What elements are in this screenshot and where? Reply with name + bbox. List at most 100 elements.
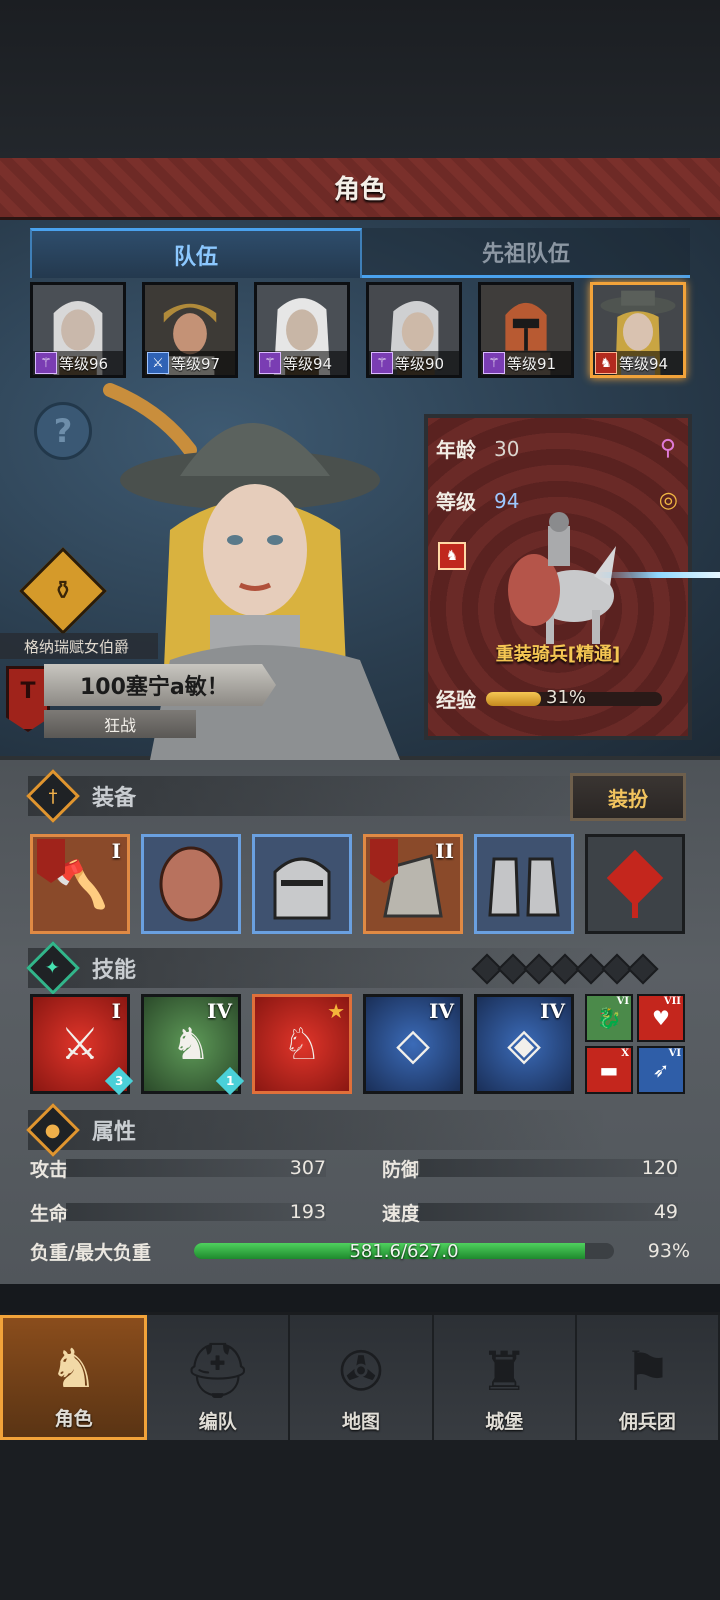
hero-portrait-3[interactable]: ⚚ 等级94 (254, 282, 350, 378)
hero-portrait-1[interactable]: ⚚ 等级96 (30, 282, 126, 378)
nav-map[interactable]: ✇ 地图 (290, 1315, 434, 1440)
knot-icon (606, 849, 664, 918)
weapon-slot[interactable]: 🪓 I (30, 834, 130, 934)
hero-portrait-4[interactable]: ⚚ 等级90 (366, 282, 462, 378)
staff-icon: ⚚ (483, 352, 505, 374)
skill-slot-1[interactable]: ⚔ I 3 (30, 994, 134, 1096)
dragon-icon[interactable]: 🐉 VI (585, 994, 633, 1042)
load-percent: 93% (647, 1240, 690, 1262)
hero-level: 等级91 (507, 354, 557, 373)
exp-label: 经验 (436, 688, 476, 712)
horse-up-icon: ♘ (282, 1018, 322, 1070)
accessory-slot[interactable] (585, 834, 685, 934)
star-badge-icon: ✦ (26, 941, 80, 995)
load-value: 581.6/627.0 (349, 1240, 459, 1262)
potion-button[interactable]: ⚱ (19, 547, 107, 635)
equipment-header: † 装备 (26, 769, 608, 823)
exp-percent: 31% (546, 686, 587, 708)
hero-portrait-6[interactable]: ♞ 等级94 (590, 282, 686, 378)
gem-count-badge: 1 (215, 1066, 245, 1096)
attributes-title: 属性 (92, 1120, 137, 1145)
boots-slot[interactable] (474, 834, 574, 934)
equipment-slots: 🪓 I II (30, 834, 690, 934)
hero-portrait-2[interactable]: ⚔ 等级97 (142, 282, 238, 378)
eagle-icon[interactable]: ➶ VI (637, 1046, 685, 1094)
cavalry-class-icon: ♞ (438, 542, 466, 570)
nav-formation[interactable]: ⛑ 编队 (147, 1315, 291, 1440)
speed-value: 49 (653, 1201, 678, 1223)
nav-character[interactable]: ♞ 角色 (0, 1315, 148, 1440)
bottom-background (0, 1440, 720, 1600)
castle-icon: ♜ (480, 1340, 529, 1403)
defense-value: 120 (641, 1157, 678, 1179)
roster-panel: 队伍 先祖队伍 ⚚ 等级96 ⚔ 等级97 ⚚ 等级94 ⚚ 等级90 ⚚ 等级… (0, 220, 720, 760)
skill-point-icon (627, 953, 659, 985)
passive-skills: 🐉 VI ♥ VII ▬ X ➶ VI (585, 994, 685, 1094)
level-label: 等级 (436, 490, 476, 514)
exp-row: 经验 31% (436, 684, 662, 713)
exp-bar: 31% (486, 687, 662, 708)
skill-slot-3[interactable]: ♘ ★ (252, 994, 352, 1094)
compass-icon: ✇ (338, 1340, 384, 1403)
attributes-header: ● 属性 (26, 1103, 608, 1157)
hero-level: 等级97 (171, 354, 221, 373)
staff-icon: ⚚ (371, 352, 393, 374)
star-icon: ★ (327, 999, 345, 1023)
nav-castle[interactable]: ♜ 城堡 (434, 1315, 577, 1440)
load-label: 负重/最大负重 (30, 1241, 151, 1264)
skill-slots: ⚔ I 3 ♞ IV 1 ♘ ★ ◇ IV ◈ IV 🐉 VI ♥ VII ▬ X ➶… (30, 994, 690, 1096)
heart-icon[interactable]: ♥ VII (637, 994, 685, 1042)
hero-portrait-5[interactable]: ⚚ 等级91 (478, 282, 574, 378)
shield-icon (159, 846, 223, 922)
question-icon: ? (53, 412, 73, 450)
team-tabs: 队伍 先祖队伍 (30, 228, 690, 278)
hero-title: 格纳瑞赋女伯爵 (0, 633, 158, 659)
hero-name[interactable]: 100塞宁a敏！ (44, 664, 276, 706)
ring-icon[interactable]: ◎ (659, 488, 678, 513)
page-title: 角色 (333, 175, 386, 205)
helmet-icon (273, 857, 331, 920)
slash-icon: ⚔ (60, 1018, 100, 1070)
hero-level: 等级94 (283, 354, 333, 373)
skill-slot-2[interactable]: ♞ IV 1 (141, 994, 245, 1096)
helmet-slot[interactable] (252, 834, 352, 934)
defense-row: 防御 120 (382, 1154, 678, 1182)
exp-bar-fill (486, 691, 541, 706)
knight-icon: ♞ (49, 1337, 98, 1400)
flag-icon: ⚑ (623, 1340, 672, 1403)
hero-level: 等级90 (395, 354, 445, 373)
hero-level: 等级96 (59, 354, 109, 373)
helmet-group-icon: ⛑ (183, 1339, 253, 1402)
hero-roster: ⚚ 等级96 ⚔ 等级97 ⚚ 等级94 ⚚ 等级90 ⚚ 等级91 ♞ 等级9… (30, 282, 690, 378)
tab-team[interactable]: 队伍 (30, 228, 362, 278)
skill-slot-4[interactable]: ◇ IV (363, 994, 463, 1094)
age-label: 年龄 (436, 438, 476, 462)
dress-up-button[interactable]: 装扮 (570, 773, 686, 821)
equipment-title: 装备 (92, 786, 137, 811)
skill-slot-5[interactable]: ◈ IV (474, 994, 574, 1094)
top-background (0, 0, 720, 158)
crystal-sword-icon: ◇ (396, 1018, 430, 1070)
hp-row: 生命 193 (30, 1198, 326, 1226)
armor-slot[interactable]: II (363, 834, 463, 934)
shield-slot[interactable] (141, 834, 241, 934)
load-row: 负重/最大负重 581.6/627.0 93% (30, 1236, 690, 1266)
person-badge-icon: ● (26, 1103, 80, 1157)
nav-mercenary[interactable]: ⚑ 佣兵团 (577, 1315, 720, 1440)
staff-icon: ⚚ (35, 352, 57, 374)
horse-slash-icon: ♞ (171, 1018, 211, 1070)
hero-class: 狂战 (44, 710, 196, 738)
crystal-horse-icon: ◈ (507, 1018, 541, 1070)
boots-icon (488, 857, 560, 917)
details-panel: † 装备 装扮 🪓 I II ✦ 技能 ⚔ I 3 ♞ IV 1 ♘ ★ ◇ I… (0, 760, 720, 1284)
hero-level: 等级94 (619, 354, 669, 373)
speed-row: 速度 49 (382, 1198, 678, 1226)
potion-icon: ⚱ (52, 575, 74, 606)
gem-count-badge: 3 (104, 1066, 134, 1096)
tab-ancestor-team[interactable]: 先祖队伍 (362, 228, 690, 278)
lance-tip-icon (596, 572, 720, 578)
unit-type: 重装骑兵[精通] (495, 644, 621, 665)
dumbbell-icon[interactable]: ▬ X (585, 1046, 633, 1094)
help-button[interactable]: ? (34, 402, 92, 460)
attack-row: 攻击 307 (30, 1154, 326, 1182)
